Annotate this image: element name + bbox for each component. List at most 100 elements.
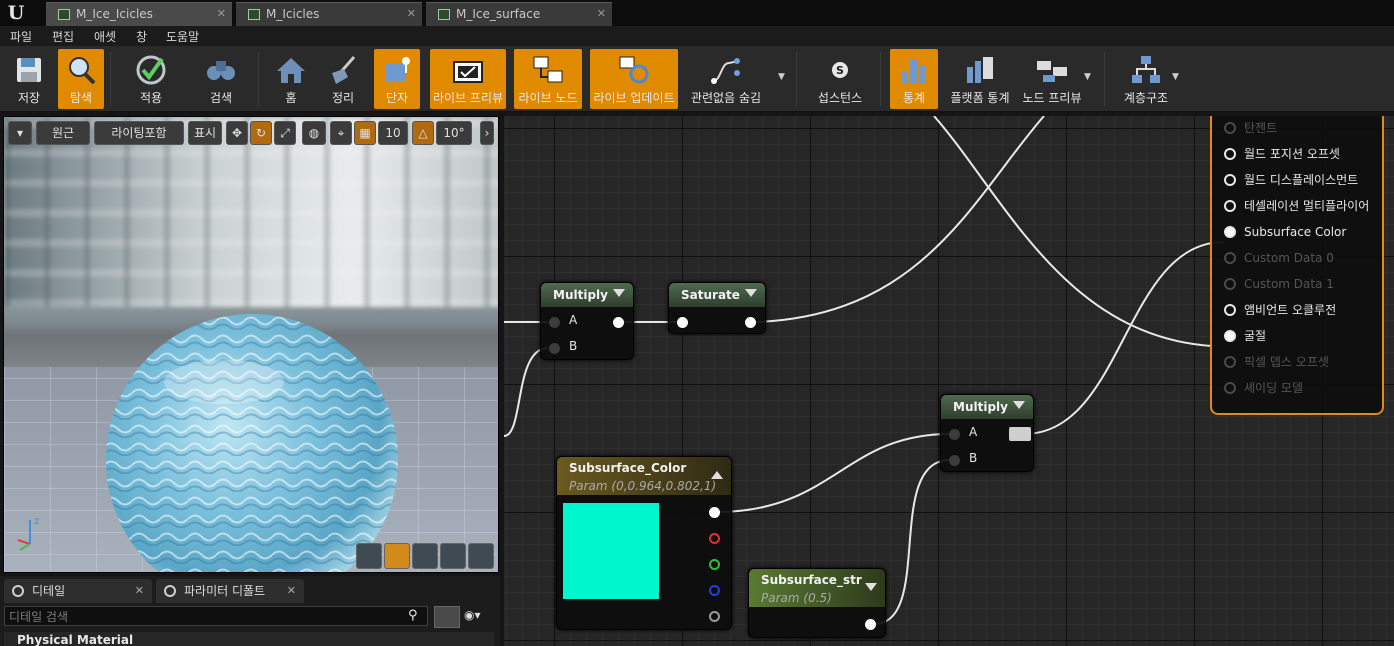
tab-m-ice-surface[interactable]: M_Ice_surface ✕	[426, 2, 612, 26]
chevron-down-icon[interactable]: ▼	[1084, 72, 1091, 82]
input-pin[interactable]	[677, 317, 688, 328]
tab-m-ice-icicles[interactable]: M_Ice_Icicles ✕	[46, 2, 232, 26]
platform-stats-button[interactable]: 플랫폼 통계	[944, 49, 1016, 109]
unreal-logo-icon[interactable]: U	[4, 2, 28, 24]
chevron-down-icon[interactable]	[745, 289, 757, 297]
output-pin-b[interactable]	[709, 585, 720, 596]
chevron-up-icon[interactable]	[711, 471, 723, 479]
output-pin-rgb[interactable]	[709, 507, 720, 518]
output-pin[interactable]	[1009, 427, 1031, 441]
binoculars-icon	[207, 61, 235, 80]
rotation-snap-value[interactable]: 10°	[436, 121, 472, 145]
live-update-button[interactable]: 라이브 업데이트	[590, 49, 678, 109]
node-preview-button[interactable]: 노드 프리뷰	[1020, 49, 1084, 109]
substance-button[interactable]: S 섭스턴스	[810, 49, 870, 109]
menu-window[interactable]: 창	[136, 28, 147, 45]
search-button[interactable]: 검색	[194, 49, 248, 109]
tab-parameter-defaults[interactable]: 파라미터 디폴트 ✕	[156, 579, 304, 603]
output-pin-r[interactable]	[709, 533, 720, 544]
connectors-button[interactable]: 단자	[374, 49, 420, 109]
output-pin[interactable]	[745, 317, 756, 328]
chevron-down-icon[interactable]: ▼	[1172, 72, 1179, 82]
menu-asset[interactable]: 애셋	[94, 28, 116, 45]
browse-button[interactable]: 탐색	[58, 49, 104, 109]
tab-details[interactable]: 디테일 ✕	[4, 579, 152, 603]
platform-stats-icon	[967, 57, 993, 83]
close-icon[interactable]: ✕	[597, 3, 606, 25]
subsurface-color-param-node[interactable]: Subsurface_Color Param (0,0.964,0.802,1)	[556, 456, 732, 630]
viewport-options-button[interactable]: ▾	[8, 121, 32, 145]
live-preview-button[interactable]: 라이브 프리뷰	[430, 49, 506, 109]
wire-multiply-to-subsurface-color	[1023, 241, 1225, 435]
toolbar-separator	[796, 52, 797, 106]
chevron-down-icon[interactable]: ▼	[778, 72, 785, 82]
grid-snap-icon[interactable]: ▦	[354, 121, 376, 145]
cube-icon[interactable]	[440, 543, 466, 569]
output-pin[interactable]	[865, 619, 876, 630]
chevron-down-icon[interactable]	[865, 583, 877, 591]
output-pin-a[interactable]	[709, 611, 720, 622]
input-pin-a[interactable]	[549, 317, 560, 328]
chevron-right-icon[interactable]: ›	[480, 121, 494, 145]
input-pin-b[interactable]	[549, 343, 560, 354]
input-pin-a[interactable]	[949, 429, 960, 440]
input-pin-b[interactable]	[949, 455, 960, 466]
material-result-node[interactable]: 탄젠트 월드 포지션 오프셋 월드 디스플레이스먼트 테셀레이션 멀티플라이어 …	[1210, 116, 1384, 415]
color-swatch	[563, 503, 659, 599]
menu-file[interactable]: 파일	[10, 28, 32, 45]
search-icon[interactable]: ⚲	[408, 608, 424, 624]
plane-icon[interactable]	[412, 543, 438, 569]
translate-icon[interactable]: ✥	[226, 121, 248, 145]
live-update-label: 라이브 업데이트	[593, 91, 675, 105]
live-update-icon	[619, 56, 649, 84]
close-icon[interactable]: ✕	[135, 579, 144, 603]
wire-saturate-out	[755, 116, 1045, 323]
menu-edit[interactable]: 편집	[52, 28, 74, 45]
eye-icon[interactable]: ◉▾	[464, 608, 494, 626]
sphere-icon[interactable]	[384, 543, 410, 569]
tab-m-icicles[interactable]: M_Icicles ✕	[236, 2, 422, 26]
cylinder-icon[interactable]	[356, 543, 382, 569]
preview-viewport[interactable]: ▾ 원근 라이팅포함 표시 ✥ ↻ ⤢ ◍ ⌖ ▦ 10 △ 10° › z	[3, 116, 499, 573]
magnifier-icon	[164, 585, 176, 597]
close-icon[interactable]: ✕	[217, 3, 226, 25]
save-icon	[17, 58, 41, 82]
show-button[interactable]: 표시	[188, 121, 222, 145]
home-button[interactable]: 홈	[268, 49, 314, 109]
live-nodes-button[interactable]: 라이브 노드	[514, 49, 582, 109]
multiply-node-2[interactable]: Multiply A B	[940, 394, 1034, 472]
details-search-input[interactable]: 디테일 검색	[4, 606, 428, 626]
chevron-down-icon[interactable]	[1013, 401, 1025, 409]
grid-snap-value[interactable]: 10	[378, 121, 408, 145]
section-physical-material[interactable]: Physical Material	[4, 632, 494, 646]
custom-mesh-icon[interactable]	[468, 543, 494, 569]
save-button[interactable]: 저장	[6, 49, 52, 109]
wire-cross-to-refraction	[933, 116, 1213, 347]
stats-button[interactable]: 통계	[890, 49, 938, 109]
perspective-button[interactable]: 원근	[36, 121, 90, 145]
rotate-icon[interactable]: ↻	[250, 121, 272, 145]
hierarchy-button[interactable]: 계층구조	[1116, 49, 1176, 109]
checkmark-icon	[136, 55, 166, 85]
world-icon[interactable]: ◍	[302, 121, 326, 145]
clean-up-button[interactable]: 정리	[320, 49, 366, 109]
close-icon[interactable]: ✕	[287, 579, 296, 603]
chevron-down-icon[interactable]	[613, 289, 625, 297]
subsurface-str-param-node[interactable]: Subsurface_str Param (0.5)	[748, 568, 886, 638]
multiply-node[interactable]: Multiply A B	[540, 282, 634, 360]
hide-unrelated-button[interactable]: 관련없음 숨김	[686, 49, 766, 109]
scale-icon[interactable]: ⤢	[274, 121, 296, 145]
list-view-icon[interactable]	[434, 606, 460, 628]
rotation-snap-icon[interactable]: △	[412, 121, 434, 145]
lit-mode-button[interactable]: 라이팅포함	[94, 121, 184, 145]
close-icon[interactable]: ✕	[407, 3, 416, 25]
output-pin[interactable]	[613, 317, 624, 328]
saturate-node[interactable]: Saturate	[668, 282, 766, 334]
surface-snap-icon[interactable]: ⌖	[330, 121, 352, 145]
apply-button[interactable]: 적용	[124, 49, 178, 109]
pin-icon	[1224, 122, 1236, 134]
material-graph[interactable]: Multiply A B Saturate Multiply A B Subsu…	[504, 116, 1394, 646]
material-icon	[248, 9, 260, 20]
menu-help[interactable]: 도움말	[166, 28, 199, 45]
output-pin-g[interactable]	[709, 559, 720, 570]
